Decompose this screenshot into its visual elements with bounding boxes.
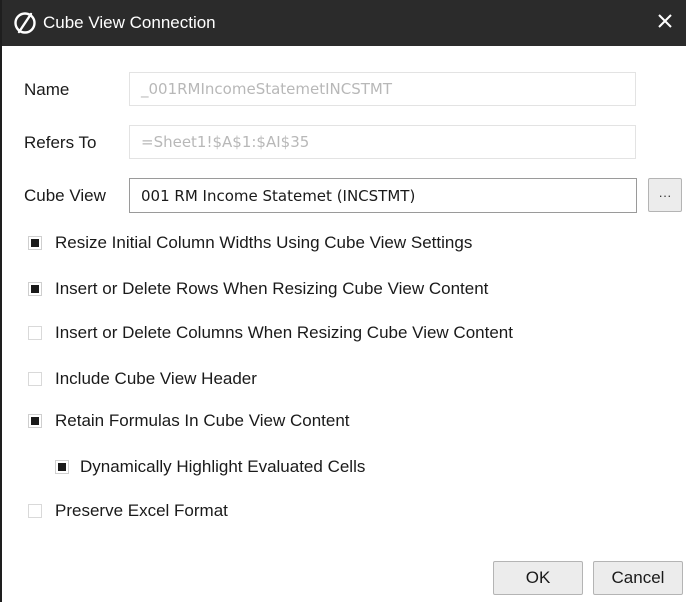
- checkbox-insert-delete-columns[interactable]: [28, 326, 42, 340]
- cube-view-browse-button[interactable]: ···: [648, 178, 682, 212]
- refers-to-label: Refers To: [24, 133, 97, 152]
- name-field[interactable]: _001RMIncomeStatemetINCSTMT: [129, 72, 636, 106]
- option-label: Insert or Delete Columns When Resizing C…: [55, 323, 513, 342]
- onestream-logo-icon: [13, 11, 37, 35]
- checkbox-preserve-excel-format[interactable]: [28, 504, 42, 518]
- checkbox-highlight-evaluated-cells[interactable]: [55, 460, 69, 474]
- option-label: Insert or Delete Rows When Resizing Cube…: [55, 279, 489, 298]
- refers-to-field[interactable]: =Sheet1!$A$1:$AI$35: [129, 125, 636, 159]
- option-insert-delete-rows[interactable]: Insert or Delete Rows When Resizing Cube…: [28, 278, 488, 300]
- option-label: Dynamically Highlight Evaluated Cells: [80, 457, 366, 476]
- cancel-button-label: Cancel: [611, 568, 665, 587]
- option-retain-formulas[interactable]: Retain Formulas In Cube View Content: [28, 410, 350, 432]
- option-label: Retain Formulas In Cube View Content: [55, 411, 350, 430]
- option-preserve-excel-format[interactable]: Preserve Excel Format: [28, 500, 228, 522]
- cube-view-connection-dialog: Cube View Connection Name _001RMIncomeSt…: [0, 0, 686, 602]
- close-button[interactable]: [642, 0, 686, 46]
- cube-view-field[interactable]: 001 RM Income Statemet (INCSTMT): [129, 178, 637, 213]
- ok-button[interactable]: OK: [493, 561, 583, 595]
- refers-to-value: =Sheet1!$A$1:$AI$35: [141, 133, 310, 151]
- option-label: Include Cube View Header: [55, 369, 257, 388]
- ellipsis-icon: ···: [658, 187, 672, 203]
- title-bar: Cube View Connection: [2, 0, 686, 46]
- checkbox-retain-formulas[interactable]: [28, 414, 42, 428]
- ok-button-label: OK: [525, 568, 551, 587]
- checkbox-include-header[interactable]: [28, 372, 42, 386]
- option-include-header[interactable]: Include Cube View Header: [28, 368, 257, 390]
- checkbox-resize-column-widths[interactable]: [28, 236, 42, 250]
- option-insert-delete-columns[interactable]: Insert or Delete Columns When Resizing C…: [28, 322, 513, 344]
- option-label: Resize Initial Column Widths Using Cube …: [55, 233, 473, 252]
- option-label: Preserve Excel Format: [55, 501, 228, 520]
- name-label: Name: [24, 80, 70, 99]
- window-title: Cube View Connection: [43, 13, 216, 32]
- cancel-button[interactable]: Cancel: [593, 561, 683, 595]
- close-icon: [658, 13, 672, 33]
- cube-view-value: 001 RM Income Statemet (INCSTMT): [141, 186, 416, 205]
- cube-view-label: Cube View: [24, 186, 106, 205]
- checkbox-insert-delete-rows[interactable]: [28, 282, 42, 296]
- name-value: _001RMIncomeStatemetINCSTMT: [141, 80, 393, 98]
- option-highlight-evaluated-cells[interactable]: Dynamically Highlight Evaluated Cells: [55, 456, 365, 478]
- option-resize-column-widths[interactable]: Resize Initial Column Widths Using Cube …: [28, 232, 472, 254]
